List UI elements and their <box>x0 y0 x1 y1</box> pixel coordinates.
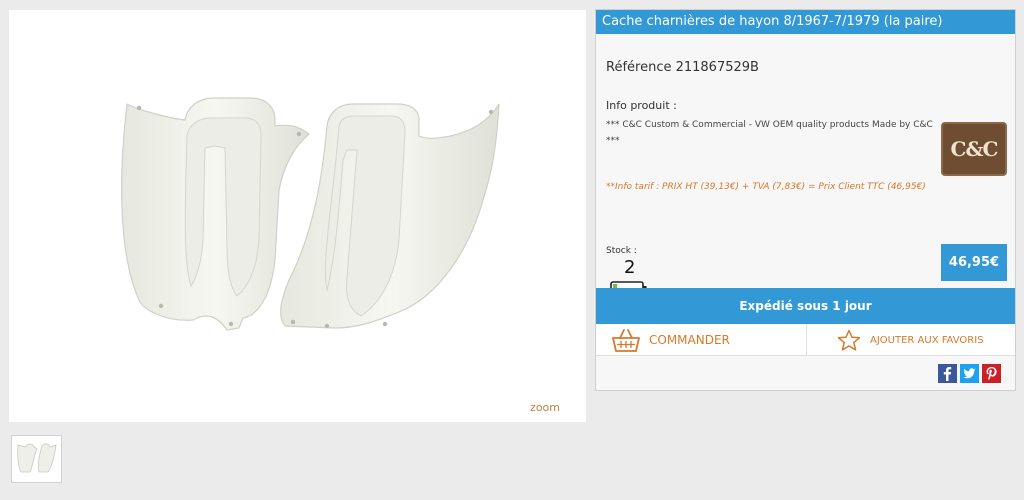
price-info-note: **Info tarif : PRIX HT (39,13€) + TVA (7… <box>606 182 926 192</box>
pinterest-icon[interactable] <box>982 364 1001 383</box>
shipping-banner: Expédié sous 1 jour <box>596 288 1015 324</box>
product-description: *** C&C Custom & Commercial - VW OEM qua… <box>606 120 933 146</box>
product-image-panel[interactable]: zoom <box>9 10 586 422</box>
product-title: Cache charnières de hayon 8/1967-7/1979 … <box>596 10 1015 34</box>
add-to-favorites-button[interactable]: AJOUTER AUX FAVORIS <box>806 324 1015 356</box>
stock-label: Stock : <box>606 246 637 256</box>
favorites-button-label: AJOUTER AUX FAVORIS <box>870 334 984 346</box>
zoom-link[interactable]: zoom <box>530 401 560 414</box>
twitter-icon[interactable] <box>960 364 979 383</box>
price-badge: 46,95€ <box>941 244 1007 281</box>
product-details: Référence 211867529B Info produit : *** … <box>596 34 1015 390</box>
product-info-panel: Cache charnières de hayon 8/1967-7/1979 … <box>595 9 1016 391</box>
basket-icon <box>612 329 640 352</box>
star-icon <box>837 329 861 351</box>
product-image[interactable] <box>99 90 519 360</box>
brand-logo[interactable]: C&C <box>941 122 1007 176</box>
product-info-label: Info produit : <box>606 99 677 112</box>
action-bar: COMMANDER AJOUTER AUX FAVORIS <box>596 324 1015 356</box>
product-reference: Référence 211867529B <box>606 60 759 75</box>
share-buttons <box>938 364 1001 383</box>
thumbnail-1[interactable] <box>11 435 62 483</box>
thumbnail-image <box>17 443 57 473</box>
facebook-icon[interactable] <box>938 364 957 383</box>
order-button[interactable]: COMMANDER <box>612 324 806 356</box>
order-button-label: COMMANDER <box>649 333 730 347</box>
brand-logo-text: C&C <box>950 137 999 161</box>
stock-count: 2 <box>624 257 636 278</box>
